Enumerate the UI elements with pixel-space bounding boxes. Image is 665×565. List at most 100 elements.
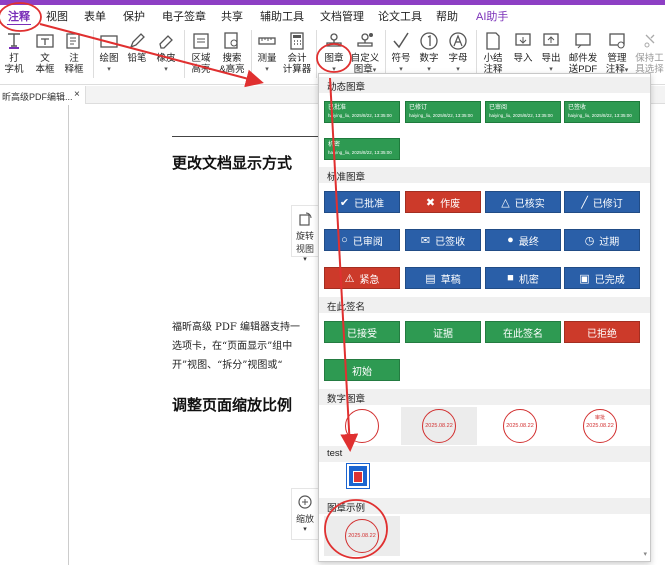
menu-annotate[interactable]: 注释 (8, 8, 30, 24)
menu-paper-tools[interactable]: 论文工具 (378, 8, 422, 24)
ribbon-separator (316, 30, 317, 78)
menu-share[interactable]: 共享 (221, 8, 243, 24)
scroll-down-icon[interactable]: ▾ (643, 550, 647, 558)
section-header-dynamic: 动态图章 (319, 77, 650, 93)
seal-icon: 2025.08.22 (422, 409, 456, 443)
menu-accessibility[interactable]: 辅助工具 (260, 8, 304, 24)
stamp-void[interactable]: ✖ 作废 (405, 191, 481, 213)
letter-button[interactable]: 字母 ▾ (447, 31, 469, 75)
stamp-reviewed[interactable]: ○ 已审阅 (324, 229, 400, 251)
ribbon-separator (476, 30, 477, 78)
calculator-button[interactable]: 会计 计算器 (282, 31, 312, 75)
section-header-test: test (319, 446, 650, 462)
stamp-draft[interactable]: ▤ 草稿 (405, 267, 481, 289)
stamp-completed[interactable]: ▣ 已完成 (564, 267, 640, 289)
stamp-sign-here[interactable]: 在此签名 (485, 321, 561, 343)
clock-icon: ◷ (584, 234, 595, 247)
stamp-expired[interactable]: ◷ 过期 (564, 229, 640, 251)
stamp-received[interactable]: ✉ 已签收 (405, 229, 481, 251)
test-stamp-thumbnail[interactable] (347, 464, 369, 488)
textbox-button[interactable]: 文 本框 (34, 31, 56, 75)
digital-stamp-approval[interactable]: 审批 2025.08.22 (562, 407, 638, 445)
stamp-urgent[interactable]: ⚠ 紧急 (324, 267, 400, 289)
summary-button[interactable]: 小结 注释 (481, 31, 505, 75)
warning-outline-icon: △ (501, 196, 510, 209)
example-stamp[interactable]: 2025.08.22 (324, 516, 400, 556)
stamp-accepted[interactable]: 已接受 (324, 321, 400, 343)
seal-icon (345, 409, 379, 443)
menu-bar: 注释 视图 表单 保护 电子签章 共享 辅助工具 文档管理 论文工具 帮助 AI… (0, 5, 665, 26)
manage-annotations-button[interactable]: 管理 注释▾ (603, 31, 631, 76)
custom-stamp-button[interactable]: 自定义 图章▾ (350, 31, 380, 76)
seal-icon: 审批 2025.08.22 (583, 409, 617, 443)
menu-help[interactable]: 帮助 (436, 8, 458, 24)
paragraph-line: 选项卡，在“页面显示”组中 (172, 341, 293, 352)
digital-stamp-date[interactable]: 2025.08.22 (401, 407, 477, 445)
person-icon: ● (507, 234, 514, 246)
manage-icon (607, 31, 627, 51)
paragraph-line: 福昕高级 PDF 编辑器支持一 (172, 322, 301, 333)
measure-button[interactable]: 测量 ▾ (255, 31, 279, 75)
heading-rule (172, 136, 322, 137)
pencil-icon (127, 31, 147, 51)
stamp-icon (324, 31, 344, 51)
dynamic-stamp-reviewed[interactable]: 已审阅 haiying_liu, 2025/8/22, 13:35:00 (485, 101, 561, 123)
draw-button[interactable]: 绘图 ▾ (97, 31, 121, 75)
typewriter-button[interactable]: 打 字机 (3, 31, 25, 75)
eraser-icon (156, 31, 176, 51)
stamp-approved[interactable]: ✔ 已批准 (324, 191, 400, 213)
close-tab-icon[interactable]: × (74, 89, 80, 100)
menu-ai-assistant[interactable]: AI助手 (476, 8, 508, 24)
dynamic-stamp-received[interactable]: 已签收 haiying_liu, 2025/8/22, 13:35:00 (564, 101, 640, 123)
digital-stamp-date[interactable]: 2025.08.22 (482, 407, 558, 445)
menu-doc-manage[interactable]: 文档管理 (320, 8, 364, 24)
ribbon-separator (251, 30, 252, 78)
dynamic-stamp-revised[interactable]: 已修订 haiying_liu, 2025/8/22, 13:35:00 (405, 101, 481, 123)
stamp-rejected[interactable]: 已拒绝 (564, 321, 640, 343)
search-highlight-button[interactable]: 搜索 &高亮 (218, 31, 246, 75)
menu-esign[interactable]: 电子签章 (162, 8, 206, 24)
magnifier-icon: ○ (341, 234, 348, 246)
stamp-evidence[interactable]: 证据 (405, 321, 481, 343)
keep-tool-selected-button[interactable]: 保持工 具选择 (634, 31, 665, 75)
area-highlight-icon (191, 31, 211, 51)
stamp-initial[interactable]: 初始 (324, 359, 400, 381)
export-icon (541, 31, 561, 51)
heading-change-display: 更改文档显示方式 (172, 154, 293, 172)
stamp-verified[interactable]: △ 已核实 (485, 191, 561, 213)
email-pdf-button[interactable]: 邮件发 送PDF (567, 31, 599, 75)
menu-view[interactable]: 视图 (46, 8, 68, 24)
ribbon-separator (93, 30, 94, 78)
zoom-button[interactable]: 缩放 ▾ (291, 488, 319, 540)
typewriter-icon (4, 31, 24, 51)
stamp-revised[interactable]: ╱ 已修订 (564, 191, 640, 213)
rotate-view-button[interactable]: 旋转 视图 ▾ (291, 205, 319, 263)
check-icon: ✔ (339, 196, 350, 209)
stamp-confidential[interactable]: ■ 机密 (485, 267, 561, 289)
draft-icon: ▤ (425, 272, 436, 285)
paragraph-line: 开”视图、“拆分”视图或“ (172, 360, 283, 371)
area-highlight-button[interactable]: 区域 高亮 (188, 31, 214, 75)
custom-stamp-icon (355, 31, 375, 51)
export-button[interactable]: 导出 ▾ (539, 31, 563, 75)
cross-icon: ✖ (425, 196, 436, 209)
pencil-button[interactable]: 铅笔 (125, 31, 149, 64)
summary-icon (483, 31, 503, 51)
import-button[interactable]: 导入 (511, 31, 535, 64)
eraser-button[interactable]: 橡皮 ▾ (154, 31, 178, 75)
digital-stamp-blank[interactable] (324, 407, 400, 445)
dynamic-stamp-approved[interactable]: 已批准 haiying_liu, 2025/8/22, 13:35:00 (324, 101, 400, 123)
email-icon (573, 31, 593, 51)
menu-form[interactable]: 表单 (84, 8, 106, 24)
dynamic-stamp-confidential[interactable]: 机密 haiying_liu, 2025/8/22, 13:35:00 (324, 138, 400, 160)
section-header-example: 图章示例 (319, 498, 650, 514)
menu-protect[interactable]: 保护 (123, 8, 145, 24)
stamp-final[interactable]: ● 最终 (485, 229, 561, 251)
symbol-button[interactable]: 符号 ▾ (390, 31, 412, 75)
stamp-button[interactable]: 图章 ▾ (322, 31, 346, 75)
section-header-digital: 数字图章 (319, 389, 650, 405)
stamp-dropdown: 动态图章 已批准 haiying_liu, 2025/8/22, 13:35:00… (318, 73, 651, 562)
note-box-button[interactable]: 注 释框 (61, 31, 87, 75)
number-button[interactable]: 数字 ▾ (418, 31, 440, 75)
ribbon-separator (385, 30, 386, 78)
